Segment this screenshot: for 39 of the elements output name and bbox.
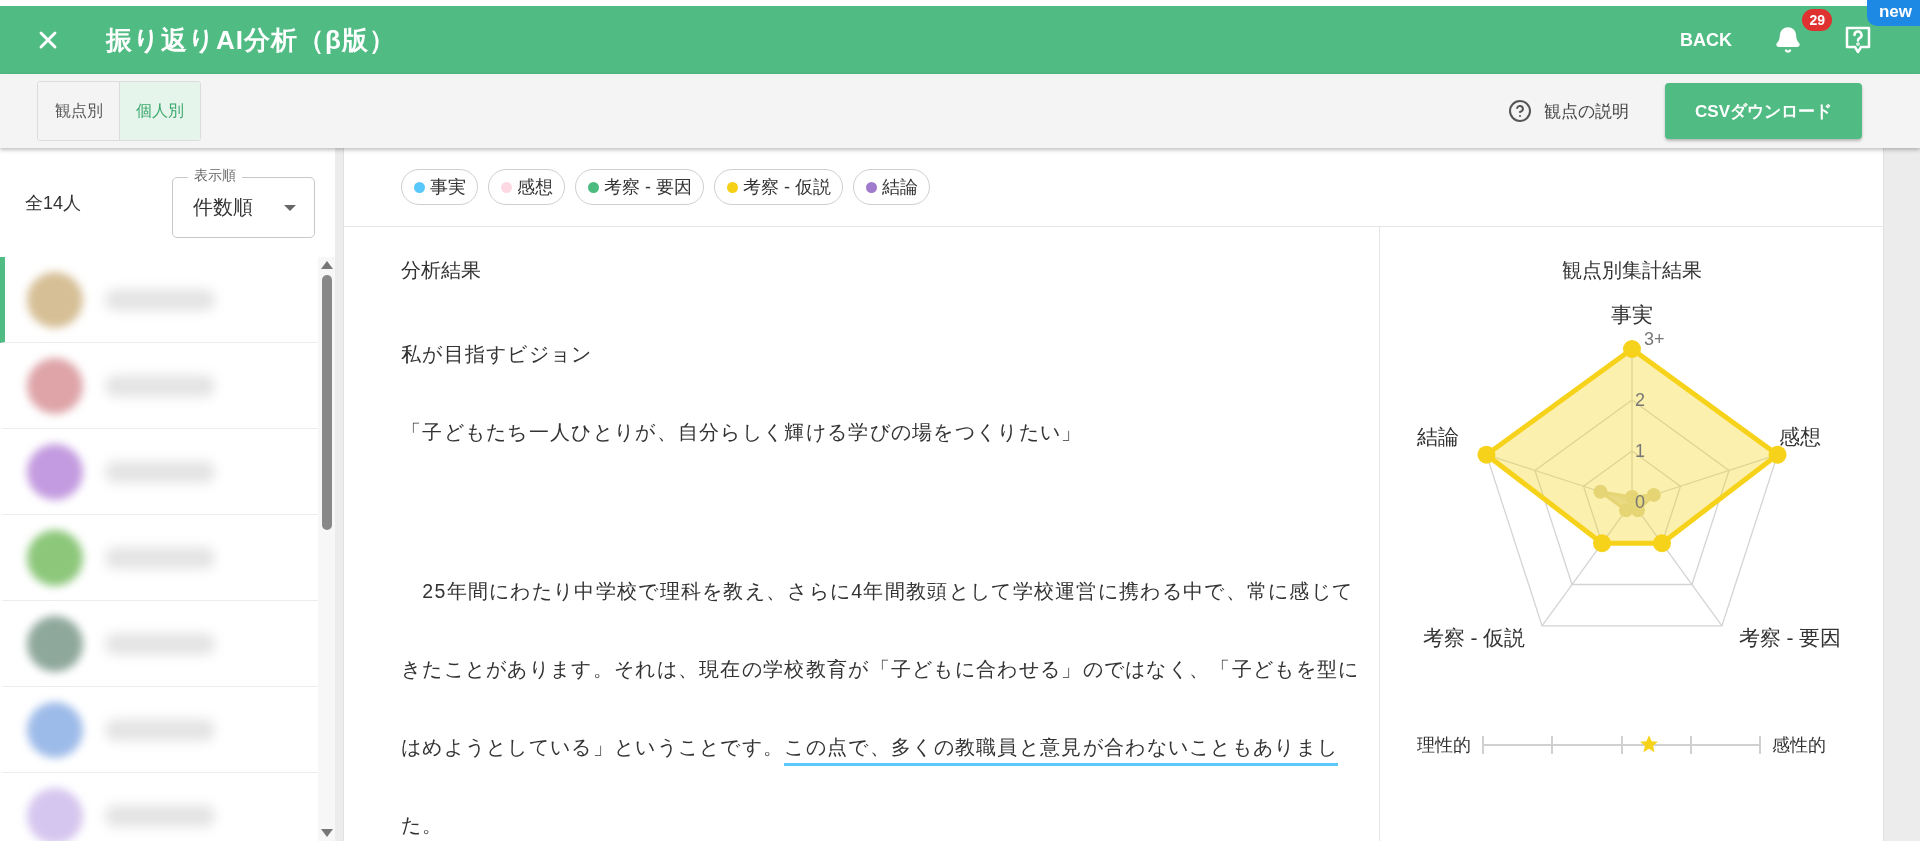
analysis-paragraph: 25年間にわたり中学校で理科を教え、さらに4年間教頭として学校運営に携わる中で、常に感じて きたことがあります。それは、現在の学校教育が「子どもに合わせる」のではなく、「子どもを型に はめようとしている」ということです。この点で、多くの教職員と意見が合わないこともありまし た。	[401, 579, 1361, 838]
tick-label: 0	[1635, 492, 1645, 512]
student-item[interactable]	[0, 257, 318, 343]
page-title: 振り返りAI分析（β版）	[106, 23, 397, 57]
tick-label: 1	[1635, 441, 1645, 461]
student-count: 全14人	[25, 191, 82, 215]
axis-label: 感想	[1779, 425, 1821, 448]
axis-label: 事実	[1611, 303, 1653, 326]
scroll-up-icon[interactable]	[320, 261, 333, 269]
axis-label: 結論	[1417, 425, 1459, 448]
help-link[interactable]: 観点の説明	[1544, 99, 1629, 123]
chip-label: 感想	[517, 176, 553, 199]
tick-label: 2	[1635, 390, 1645, 410]
new-badge: new	[1866, 0, 1920, 26]
scale-left-label: 理性的	[1417, 734, 1471, 757]
bell-icon	[1774, 26, 1802, 54]
chip-label: 考察 - 仮説	[743, 176, 831, 199]
sort-label: 表示順	[188, 166, 242, 184]
chip-label: 結論	[882, 176, 918, 199]
chip-label: 事実	[430, 176, 466, 199]
scrollbar[interactable]	[318, 257, 335, 841]
tick-label: 3+	[1644, 329, 1665, 349]
help-bubble-icon	[1844, 25, 1872, 55]
help-icon[interactable]	[1508, 99, 1532, 123]
caret-icon	[284, 204, 296, 211]
scroll-down-icon[interactable]	[320, 829, 333, 837]
axis-label: 考察 - 要因	[1738, 626, 1842, 649]
view-tab[interactable]: 観点別	[38, 82, 119, 140]
axis-label: 考察 - 仮説	[1422, 626, 1526, 649]
analysis-paragraph: 「子どもたち一人ひとりが、自分らしく輝ける学びの場をつくりたい」	[401, 420, 1084, 445]
section-title: 分析結果	[401, 258, 482, 283]
chart-title: 観点別集計結果	[1562, 258, 1702, 283]
sort-value: 件数順	[193, 195, 253, 220]
scale-right-label: 感性的	[1772, 734, 1826, 757]
chip-label: 考察 - 要因	[604, 176, 692, 199]
highlighted-phrase[interactable]: この点で、多くの教職員と意見が合わないこともありまし	[784, 736, 1339, 766]
scroll-thumb[interactable]	[321, 275, 332, 530]
analysis-paragraph: 私が目指すビジョン	[401, 342, 594, 367]
notification-count: 29	[1802, 9, 1832, 31]
